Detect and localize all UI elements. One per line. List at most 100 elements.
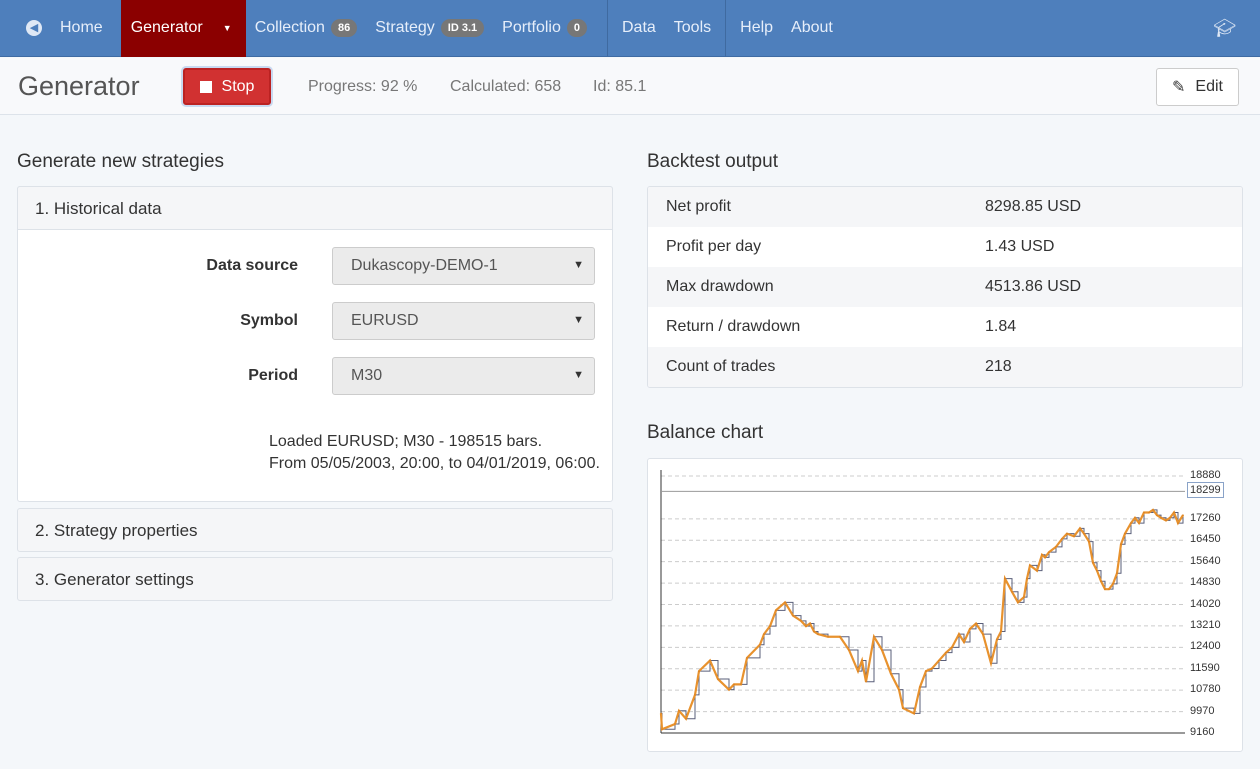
balance-point [1011,591,1013,593]
y-tick-label: 9160 [1190,726,1215,738]
balance-point [763,633,765,635]
balance-point [1061,538,1063,540]
y-tick-label: 9970 [1190,704,1215,717]
balance-point [1156,514,1158,516]
balance-point [1041,553,1043,556]
balance-point [963,641,965,643]
balance-point [990,662,992,664]
balance-point [982,633,984,635]
balance-point [1130,522,1132,524]
balance-point [969,628,971,630]
balance-point [1079,527,1081,530]
balance-point [902,707,904,709]
balance-point [865,680,867,683]
balance-point [951,646,953,649]
balance-point [733,683,735,686]
balance-point [1116,572,1118,575]
balance-point [839,635,841,638]
balance-point [890,672,892,675]
balance-point [1023,596,1025,598]
y-tick-label: 15640 [1190,554,1221,567]
balance-point [996,638,998,641]
balance-point [661,728,663,731]
balance-point [1017,601,1019,604]
balance-point [1148,511,1150,514]
y-tick-label: 18880 [1190,469,1221,481]
balance-point [817,633,819,635]
balance-point [759,643,761,646]
balance-point [975,622,977,625]
y-tick-label: 12400 [1190,640,1221,653]
balance-point [1088,540,1090,543]
y-tick-label: 14020 [1190,597,1221,610]
balance-point [938,659,940,662]
current-balance-label: 18299 [1187,482,1224,499]
balance-line [659,508,1184,731]
balance-point [848,649,850,651]
balance-chart [659,470,1185,734]
balance-point [925,670,927,672]
balance-point [678,709,680,712]
balance-point [805,625,807,627]
balance-point [1048,551,1050,553]
balance-point [945,651,947,654]
balance-point [674,723,676,725]
balance-point [1066,532,1068,535]
y-tick-label: 14830 [1190,576,1221,589]
balance-point [827,635,829,638]
balance-point [1134,516,1136,519]
balance-point [1104,588,1106,590]
balance-point [931,667,933,670]
balance-point [913,712,915,715]
balance-point [1026,577,1028,580]
balance-point [746,657,748,659]
balance-point [857,670,859,672]
balance-point [660,712,662,715]
y-tick-label: 17260 [1190,511,1221,524]
balance-point [809,622,811,625]
balance-point [1108,588,1110,590]
balance-point [813,630,815,633]
y-tick-label: 11590 [1190,661,1220,674]
balance-point [1138,522,1140,524]
balance-point [958,633,960,635]
balance-point [881,649,883,651]
balance-point [740,683,742,686]
balance-point [1055,546,1057,548]
balance-point [1000,630,1002,633]
balance-point [800,620,802,622]
y-tick-label: 13210 [1190,618,1221,631]
balance-point [1004,577,1006,580]
balance-point [717,678,719,680]
balance-point [784,601,786,604]
balance-point [694,694,696,696]
balance-point [873,635,875,638]
balance-point [898,688,900,691]
balance-point [1160,516,1162,519]
balance-point [1083,532,1085,535]
balance-point [709,659,711,662]
balance-point [919,686,921,688]
balance-point [1152,509,1154,511]
balance-point [1165,519,1167,522]
balance-point [1124,532,1126,535]
balance-point [685,717,687,720]
balance-point [1044,556,1046,559]
balance-point [1112,583,1114,585]
balance-point [1120,543,1122,546]
balance-point [1073,535,1075,538]
balance-point [769,625,771,627]
balance-point [792,614,794,617]
balance-point [1096,569,1098,572]
balance-point [698,670,700,672]
y-tick-label: 10780 [1190,683,1221,696]
balance-point [1182,514,1184,516]
y-tick-label: 16450 [1190,533,1221,546]
balance-point [1173,511,1175,514]
balance-point [1169,516,1171,519]
balance-step-line [661,509,1184,730]
balance-point [775,609,777,612]
balance-point [1092,561,1094,564]
balance-point [861,659,863,662]
balance-point [1036,569,1038,572]
